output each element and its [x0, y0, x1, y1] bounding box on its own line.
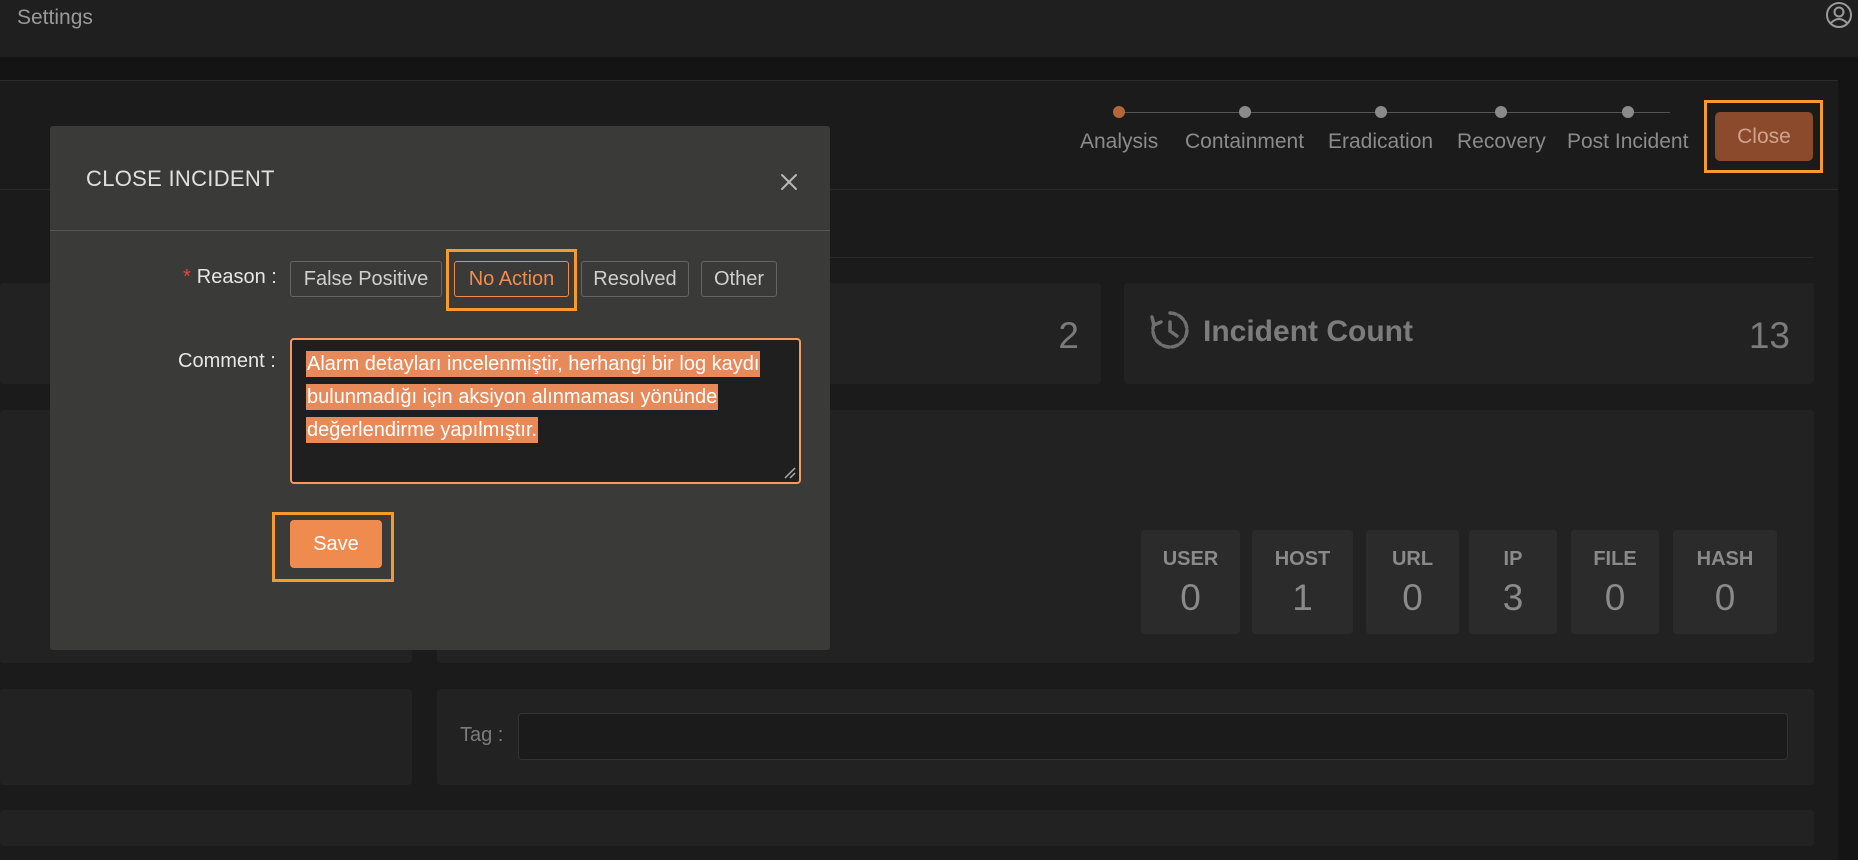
ioc-value: 0 [1604, 577, 1626, 618]
reason-label: * Reason : [183, 266, 277, 289]
reason-label-text: Reason : [196, 266, 277, 288]
incident-stepper: Analysis Containment Eradication Recover… [1075, 95, 1715, 175]
step-dot [1238, 106, 1251, 118]
step-dot [1495, 106, 1508, 118]
step-dot [1621, 106, 1634, 118]
stat-value: 2 [1058, 315, 1079, 356]
close-icon[interactable] [777, 170, 801, 194]
step-post-incident[interactable]: Post Incident [1567, 105, 1688, 154]
incident-count-label: Incident Count [1203, 315, 1413, 348]
comment-text: Alarm detayları incelenmiştir, herhangi … [306, 351, 761, 443]
history-icon [1150, 311, 1189, 349]
reason-other[interactable]: Other [701, 261, 777, 297]
left-bottom-panel [0, 689, 412, 785]
step-eradication[interactable]: Eradication [1328, 105, 1433, 154]
tag-label: Tag : [460, 724, 504, 746]
ioc-value: 0 [1180, 577, 1201, 618]
incident-count-value: 13 [1748, 315, 1790, 356]
ioc-url[interactable]: URL 0 [1366, 530, 1459, 634]
ioc-label: HOST [1274, 548, 1331, 570]
ioc-hash[interactable]: HASH 0 [1673, 530, 1777, 634]
ioc-label: IP [1503, 548, 1523, 570]
step-containment[interactable]: Containment [1185, 105, 1304, 154]
ioc-ip[interactable]: IP 3 [1469, 530, 1557, 634]
tag-input[interactable] [518, 713, 1788, 760]
step-dot [1113, 106, 1126, 118]
ioc-label: URL [1391, 548, 1434, 570]
step-label: Containment [1185, 130, 1305, 153]
step-label: Eradication [1328, 130, 1434, 153]
modal-divider [50, 230, 830, 231]
ioc-label: FILE [1593, 548, 1637, 570]
required-marker: * [183, 266, 191, 288]
top-bar: Settings [0, 0, 1858, 57]
ioc-user[interactable]: USER 0 [1141, 530, 1240, 634]
close-incident-button[interactable]: Close [1715, 112, 1813, 161]
ioc-file[interactable]: FILE 0 [1571, 530, 1659, 634]
reason-no-action[interactable]: No Action [454, 261, 569, 297]
comment-label: Comment : [178, 350, 276, 372]
reason-resolved[interactable]: Resolved [581, 261, 689, 297]
step-recovery[interactable]: Recovery [1457, 105, 1546, 154]
resize-handle-icon[interactable] [782, 465, 796, 479]
save-button[interactable]: Save [290, 520, 382, 568]
ioc-value: 1 [1292, 577, 1313, 618]
ioc-value: 3 [1502, 577, 1524, 618]
close-incident-modal: CLOSE INCIDENT * Reason : False Positive … [50, 126, 830, 650]
step-label: Post Incident [1567, 130, 1689, 153]
step-label: Analysis [1080, 130, 1159, 153]
modal-title: CLOSE INCIDENT [86, 166, 275, 191]
ioc-value: 0 [1402, 577, 1423, 618]
close-button-highlight: Close [1704, 100, 1823, 173]
stat-card: 2 [820, 283, 1101, 384]
step-analysis[interactable]: Analysis [1080, 105, 1158, 154]
step-dot [1374, 106, 1387, 118]
section-divider [820, 257, 1814, 258]
page-title: Settings [17, 6, 93, 29]
step-label: Recovery [1457, 130, 1546, 153]
ioc-label: USER [1162, 548, 1219, 570]
reason-false-positive[interactable]: False Positive [290, 261, 442, 297]
ioc-value: 0 [1714, 577, 1736, 618]
bottom-panel [0, 810, 1814, 846]
ioc-host[interactable]: HOST 1 [1252, 530, 1353, 634]
user-circle-icon[interactable] [1824, 0, 1854, 30]
ioc-label: HASH [1696, 548, 1754, 570]
comment-textarea[interactable]: Alarm detayları incelenmiştir, herhangi … [290, 338, 801, 484]
